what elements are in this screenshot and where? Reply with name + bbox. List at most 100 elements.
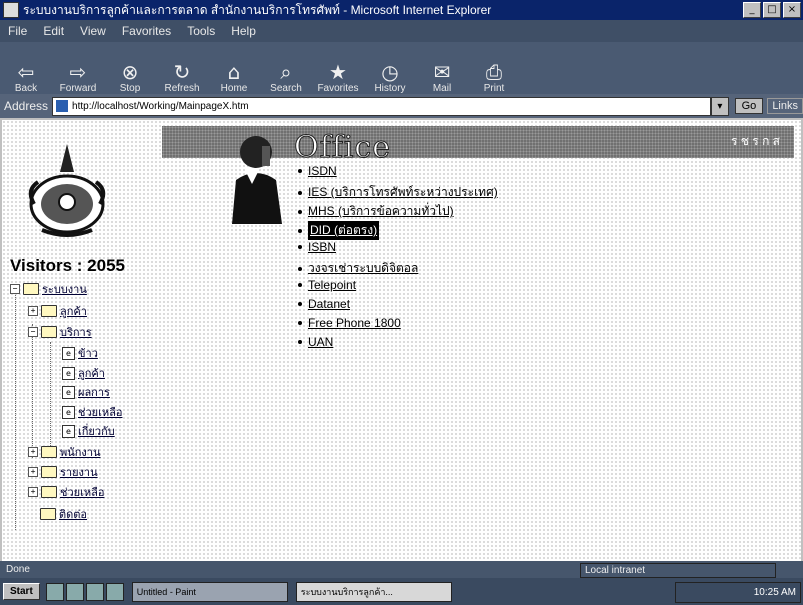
search-icon: ⌕ [280,60,292,84]
status-bar: Done Local intranet [0,561,803,578]
mail-icon: ✉ [433,60,451,84]
collapse-icon[interactable]: − [28,327,38,337]
link-isbn[interactable]: ISBN [308,240,336,254]
forward-arrow-icon: ⇨ [69,60,87,84]
link-mhs[interactable]: MHS (บริการข้อความทั่วไป) [308,202,454,221]
taskbar: Start Untitled - Paint ระบบงานบริการลูกค… [0,578,803,605]
tree-root-label: ระบบงาน [42,284,87,296]
link-telepoint[interactable]: Telepoint [308,278,356,292]
address-url[interactable]: http://localhost/Working/MainpageX.htm [72,101,249,112]
stop-button[interactable]: ⊗ Stop [104,46,156,94]
bullet-icon [298,340,302,344]
search-label: Search [270,83,302,94]
back-label: Back [14,83,38,94]
back-button[interactable]: ⇦ Back [0,46,52,94]
forward-button[interactable]: ⇨ Forward [52,46,104,94]
close-button[interactable]: × [783,2,801,18]
link-datanet[interactable]: Datanet [308,297,350,311]
page-content: Visitors : 2055 − ระบบงาน + ลูกค้า − บริ… [2,120,801,561]
bullet-icon [298,209,302,214]
menu-edit[interactable]: Edit [35,24,72,38]
link-did[interactable]: DID (ต่อตรง) [308,221,380,240]
address-input[interactable]: http://localhost/Working/MainpageX.htm [52,96,712,116]
mail-button[interactable]: ✉ Mail [416,46,468,94]
page-icon [56,100,69,112]
browser-toolbar: ⇦ Back ⇨ Forward ⊗ Stop ↻ Refresh ⌂ Home ⌕ Sea… [0,42,803,94]
folder-open-icon [41,326,57,338]
banner-right-text: ร ช ร ก ส [731,134,780,148]
minimize-button[interactable]: _ [743,2,761,18]
expand-icon[interactable]: + [28,447,38,457]
link-digital-leased[interactable]: วงจรเช่าระบบดิจิตอล [308,259,418,278]
title-bar: ระบบงานบริการลูกค้าและการตลาด สำนักงานบร… [0,0,803,20]
history-button[interactable]: ◷ History [364,46,416,94]
list-item: MHS (บริการข้อความทั่วไป) [298,202,454,221]
tree-item-help[interactable]: + ช่วยเหลือ [28,483,104,501]
tree-page-2[interactable]: e ลูกค้า [62,364,105,382]
menu-help[interactable]: Help [223,24,264,38]
home-button[interactable]: ⌂ Home [208,46,260,94]
taskbar-item-ie[interactable]: ระบบงานบริการลูกค้า... [295,581,452,602]
address-dropdown-button[interactable]: ▾ [711,96,729,116]
collapse-icon[interactable]: − [10,284,20,294]
refresh-icon: ↻ [173,60,191,84]
menu-favorites[interactable]: Favorites [114,24,179,38]
tree-root[interactable]: − ระบบงาน [10,280,87,298]
tree-item-contact[interactable]: ติดต่อ [40,505,87,523]
status-text: Done [6,564,30,575]
tree-item-service[interactable]: − บริการ [28,323,92,341]
tree-page-1[interactable]: e ข้าว [62,344,98,362]
page-document-icon: e [62,366,75,380]
menu-view[interactable]: View [72,24,114,38]
bullet-icon [298,245,302,249]
favorites-button[interactable]: ★ Favorites [312,46,364,94]
list-item: ISBN [298,240,336,254]
expand-icon[interactable]: + [28,306,38,316]
security-zone: Local intranet [580,563,776,578]
menu-file[interactable]: File [0,24,35,38]
search-button[interactable]: ⌕ Search [260,46,312,94]
list-item: UAN [298,335,333,349]
tree-item-label: ช่วยเหลือ [60,487,105,499]
refresh-button[interactable]: ↻ Refresh [156,46,208,94]
ie-app-icon [3,2,19,18]
outlook-icon[interactable] [85,582,104,601]
tree-page-5[interactable]: e เกี่ยวกับ [62,422,115,440]
links-button[interactable]: Links [767,98,803,114]
tree-item-label: ลูกค้า [60,306,87,318]
expand-icon[interactable]: + [28,467,38,477]
maximize-button[interactable]: □ [763,2,781,18]
folder-open-icon [23,283,39,295]
page-document-icon: e [62,385,75,399]
ie-window: ระบบงานบริการลูกค้าและการตลาด สำนักงานบร… [0,0,803,605]
tree-item-label: ติดต่อ [59,509,88,521]
tree-page-label: ช่วยเหลือ [78,407,123,419]
channels-icon[interactable] [105,582,124,601]
tree-page-3[interactable]: e ผลการ [62,383,110,401]
folder-icon [41,486,57,498]
go-button[interactable]: Go [734,98,764,114]
link-isdn[interactable]: ISDN [308,164,337,178]
tree-item-report[interactable]: + รายงาน [28,463,98,481]
expand-icon[interactable]: + [28,487,38,497]
menu-bar: File Edit View Favorites Tools Help [0,20,803,42]
print-button[interactable]: ⎙ Print [468,46,520,94]
bullet-icon [298,302,302,306]
bullet-icon [298,266,302,271]
link-free-phone[interactable]: Free Phone 1800 [308,316,401,330]
link-ies[interactable]: IES (บริการโทรศัพท์ระหว่างประเทศ) [308,183,498,202]
history-icon: ◷ [381,60,399,84]
tree-page-4[interactable]: e ช่วยเหลือ [62,403,122,421]
tree-item-label: บริการ [60,327,92,339]
taskbar-item-paint[interactable]: Untitled - Paint [131,581,288,602]
link-uan[interactable]: UAN [308,335,333,349]
desktop-icon[interactable] [45,582,64,601]
tree-page-label: ลูกค้า [78,368,105,380]
tree-item-staff[interactable]: + พนักงาน [28,443,101,461]
folder-icon [41,305,57,317]
bullet-icon [298,321,302,325]
menu-tools[interactable]: Tools [179,24,223,38]
start-button[interactable]: Start [3,583,40,600]
tree-item-customer[interactable]: + ลูกค้า [28,302,87,320]
ie-icon[interactable] [65,582,84,601]
